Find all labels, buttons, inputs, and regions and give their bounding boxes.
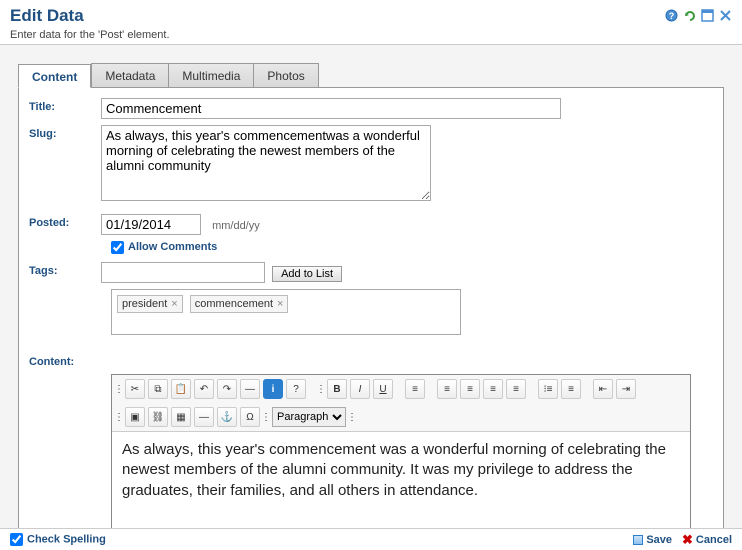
svg-text:?: ?: [668, 11, 674, 21]
save-icon: [633, 535, 643, 545]
tag-chip: commencement×: [190, 295, 289, 313]
table-icon[interactable]: ▦: [171, 407, 191, 427]
check-spelling-checkbox[interactable]: [10, 533, 23, 546]
undo-icon[interactable]: ↶: [194, 379, 214, 399]
maximize-icon[interactable]: [700, 8, 714, 22]
tab-multimedia[interactable]: Multimedia: [168, 63, 253, 87]
refresh-icon[interactable]: [682, 8, 696, 22]
special-icon[interactable]: Ω: [240, 407, 260, 427]
slug-textarea[interactable]: As always, this year's commencementwas a…: [101, 125, 431, 201]
title-input[interactable]: [101, 98, 561, 119]
hr-icon[interactable]: —: [240, 379, 260, 399]
link-icon[interactable]: ⛓: [148, 407, 168, 427]
align-right-icon[interactable]: ≡: [483, 379, 503, 399]
image-icon[interactable]: ▣: [125, 407, 145, 427]
tab-photos[interactable]: Photos: [253, 63, 318, 87]
toolbar-grip: ⋮: [263, 407, 269, 427]
label-content: Content:: [29, 353, 101, 368]
add-to-list-button[interactable]: Add to List: [272, 266, 342, 282]
posted-date-input[interactable]: [101, 214, 201, 235]
help-editor-icon[interactable]: ?: [286, 379, 306, 399]
bold-icon[interactable]: B: [327, 379, 347, 399]
tag-chip: president×: [117, 295, 183, 313]
dialog-subtitle: Enter data for the 'Post' element.: [10, 29, 732, 41]
tag-list: president× commencement×: [111, 289, 461, 335]
tag-remove-icon[interactable]: ×: [171, 298, 177, 310]
save-button[interactable]: Save: [633, 532, 672, 548]
tag-remove-icon[interactable]: ×: [277, 298, 283, 310]
label-posted: Posted:: [29, 214, 101, 235]
toolbar-grip: ⋮: [116, 379, 122, 399]
underline-icon[interactable]: U: [373, 379, 393, 399]
tab-bar: Content Metadata Multimedia Photos: [18, 63, 724, 88]
anchor-icon[interactable]: ⚓: [217, 407, 237, 427]
toolbar-grip: ⋮: [318, 379, 324, 399]
dialog-title: Edit Data: [10, 6, 732, 26]
italic-icon[interactable]: I: [350, 379, 370, 399]
label-slug: Slug:: [29, 125, 101, 204]
label-tags: Tags:: [29, 262, 101, 283]
align-justify-icon[interactable]: ≡: [506, 379, 526, 399]
toolbar-grip: ⋮: [116, 407, 122, 427]
rich-text-editor: ⋮ ✂ ⧉ 📋 ↶ ↷ — i ? ⋮ B I U ≡: [111, 374, 691, 528]
allow-comments-checkbox[interactable]: [111, 241, 124, 254]
toolbar-grip: ⋮: [349, 407, 355, 427]
paste-icon[interactable]: 📋: [171, 379, 191, 399]
help-icon[interactable]: ?: [664, 8, 678, 22]
allow-comments-label[interactable]: Allow Comments: [111, 241, 217, 253]
align-left-icon[interactable]: ≡: [405, 379, 425, 399]
hr2-icon[interactable]: —: [194, 407, 214, 427]
indent-icon[interactable]: ⇥: [616, 379, 636, 399]
cut-icon[interactable]: ✂: [125, 379, 145, 399]
tag-input[interactable]: [101, 262, 265, 283]
list-bullet-icon[interactable]: ⁝≡: [538, 379, 558, 399]
align-left2-icon[interactable]: ≡: [437, 379, 457, 399]
label-title: Title:: [29, 98, 101, 119]
tab-metadata[interactable]: Metadata: [91, 63, 168, 87]
tab-content[interactable]: Content: [18, 64, 91, 88]
list-number-icon[interactable]: ≡: [561, 379, 581, 399]
cancel-icon: ✖: [682, 532, 693, 548]
outdent-icon[interactable]: ⇤: [593, 379, 613, 399]
info-icon[interactable]: i: [263, 379, 283, 399]
check-spelling-label[interactable]: Check Spelling: [10, 533, 106, 546]
editor-toolbar: ⋮ ✂ ⧉ 📋 ↶ ↷ — i ? ⋮ B I U ≡: [112, 375, 690, 432]
paragraph-select[interactable]: Paragraph: [272, 407, 346, 427]
copy-icon[interactable]: ⧉: [148, 379, 168, 399]
redo-icon[interactable]: ↷: [217, 379, 237, 399]
cancel-button[interactable]: ✖Cancel: [682, 532, 732, 548]
close-icon[interactable]: [718, 8, 732, 22]
content-textarea[interactable]: As always, this year's commencement was …: [112, 432, 690, 528]
align-center-icon[interactable]: ≡: [460, 379, 480, 399]
date-format-hint: mm/dd/yy: [212, 220, 260, 232]
